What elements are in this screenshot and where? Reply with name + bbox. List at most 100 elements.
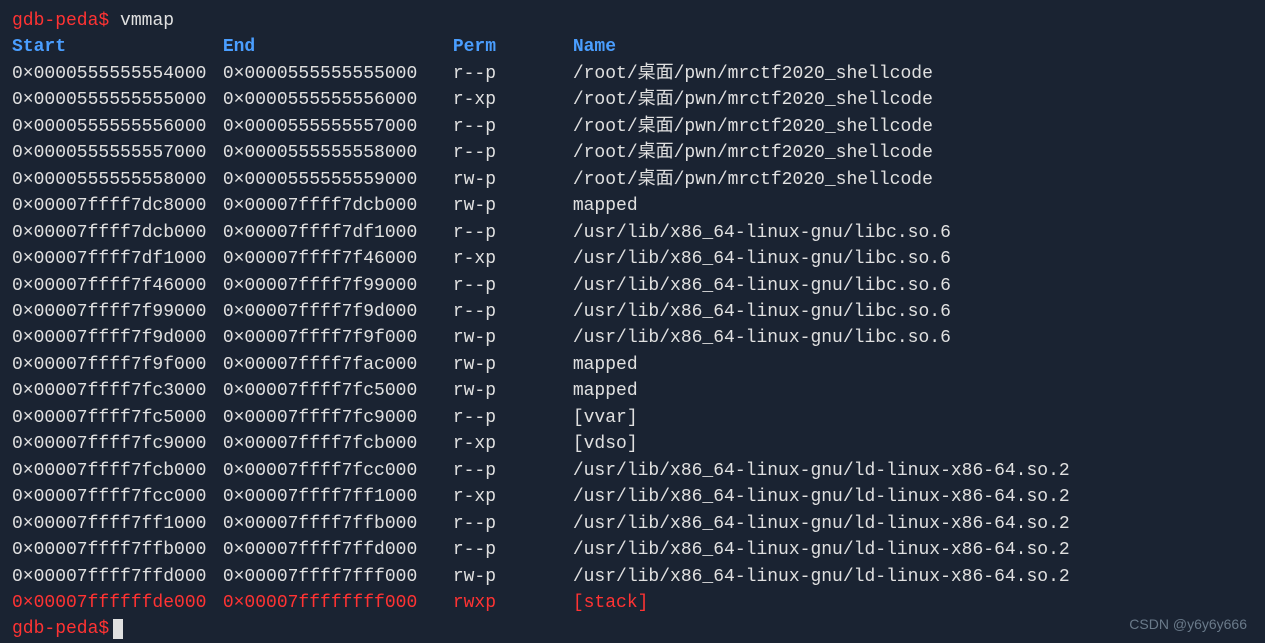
row-name: /usr/lib/x86_64-linux-gnu/libc.so.6 (573, 273, 951, 299)
row-end: 0×00007ffff7ffd000 (223, 537, 453, 563)
row-end: 0×00007ffff7fff000 (223, 564, 453, 590)
vmmap-row: 0×00007ffff7df1000 0×00007ffff7f46000r-x… (12, 246, 1253, 272)
row-perm: rw-p (453, 167, 573, 193)
row-start: 0×00007ffffffde000 (12, 590, 212, 616)
row-name: /usr/lib/x86_64-linux-gnu/ld-linux-x86-6… (573, 564, 1070, 590)
vmmap-row: 0×00007ffff7fcb000 0×00007ffff7fcc000r--… (12, 458, 1253, 484)
row-start: 0×00007ffff7ff1000 (12, 511, 212, 537)
row-start: 0×00007ffff7fc5000 (12, 405, 212, 431)
vmmap-row: 0×00007ffff7fc3000 0×00007ffff7fc5000rw-… (12, 378, 1253, 404)
row-end: 0×00007ffff7fc5000 (223, 378, 453, 404)
row-end: 0×00007ffff7f9f000 (223, 325, 453, 351)
row-name: /usr/lib/x86_64-linux-gnu/libc.so.6 (573, 299, 951, 325)
row-perm: r-xp (453, 484, 573, 510)
row-end: 0×0000555555557000 (223, 114, 453, 140)
command-text[interactable]: vmmap (120, 11, 174, 31)
vmmap-row: 0×00007ffff7f9f000 0×00007ffff7fac000rw-… (12, 352, 1253, 378)
row-perm: rw-p (453, 352, 573, 378)
row-perm: r-xp (453, 246, 573, 272)
prompt-line-1: gdb-peda$ vmmap (12, 8, 1253, 34)
row-name: /root/桌面/pwn/mrctf2020_shellcode (573, 167, 933, 193)
row-start: 0×0000555555555000 (12, 87, 212, 113)
row-name: [vvar] (573, 405, 638, 431)
row-end: 0×0000555555556000 (223, 87, 453, 113)
row-perm: r--p (453, 405, 573, 431)
row-name: /usr/lib/x86_64-linux-gnu/ld-linux-x86-6… (573, 484, 1070, 510)
row-end: 0×00007ffff7dcb000 (223, 193, 453, 219)
row-perm: r--p (453, 511, 573, 537)
row-name: /usr/lib/x86_64-linux-gnu/libc.so.6 (573, 325, 951, 351)
row-end: 0×00007ffff7f99000 (223, 273, 453, 299)
row-name: /root/桌面/pwn/mrctf2020_shellcode (573, 114, 933, 140)
row-start: 0×0000555555554000 (12, 61, 212, 87)
row-end: 0×00007ffff7fac000 (223, 352, 453, 378)
row-start: 0×00007ffff7fc3000 (12, 378, 212, 404)
row-perm: rw-p (453, 564, 573, 590)
vmmap-row: 0×00007ffff7dcb000 0×00007ffff7df1000r--… (12, 220, 1253, 246)
row-end: 0×00007ffffffff000 (223, 590, 453, 616)
row-end: 0×00007ffff7df1000 (223, 220, 453, 246)
row-name: /usr/lib/x86_64-linux-gnu/ld-linux-x86-6… (573, 511, 1070, 537)
row-name: /root/桌面/pwn/mrctf2020_shellcode (573, 140, 933, 166)
row-end: 0×00007ffff7ff1000 (223, 484, 453, 510)
row-perm: r--p (453, 114, 573, 140)
row-start: 0×00007ffff7ffd000 (12, 564, 212, 590)
vmmap-row: 0×00007ffff7f46000 0×00007ffff7f99000r--… (12, 273, 1253, 299)
row-name: mapped (573, 378, 638, 404)
row-start: 0×00007ffff7fc9000 (12, 431, 212, 457)
row-name: [vdso] (573, 431, 638, 457)
row-name: /usr/lib/x86_64-linux-gnu/libc.so.6 (573, 246, 951, 272)
vmmap-row: 0×0000555555558000 0×0000555555559000rw-… (12, 167, 1253, 193)
row-start: 0×00007ffff7fcc000 (12, 484, 212, 510)
row-start: 0×00007ffff7ffb000 (12, 537, 212, 563)
vmmap-row: 0×00007ffff7dc8000 0×00007ffff7dcb000rw-… (12, 193, 1253, 219)
vmmap-row: 0×0000555555556000 0×0000555555557000r--… (12, 114, 1253, 140)
vmmap-row: 0×00007ffff7fc9000 0×00007ffff7fcb000r-x… (12, 431, 1253, 457)
vmmap-row: 0×00007ffff7f9d000 0×00007ffff7f9f000rw-… (12, 325, 1253, 351)
row-end: 0×00007ffff7fcc000 (223, 458, 453, 484)
vmmap-row: 0×00007ffff7ffb000 0×00007ffff7ffd000r--… (12, 537, 1253, 563)
row-perm: r--p (453, 458, 573, 484)
row-end: 0×00007ffff7fc9000 (223, 405, 453, 431)
header-name: Name (573, 34, 616, 60)
vmmap-row: 0×00007ffffffde000 0×00007ffffffff000rwx… (12, 590, 1253, 616)
row-end: 0×00007ffff7f46000 (223, 246, 453, 272)
row-start: 0×00007ffff7df1000 (12, 246, 212, 272)
row-start: 0×00007ffff7dcb000 (12, 220, 212, 246)
vmmap-row: 0×00007ffff7f99000 0×00007ffff7f9d000r--… (12, 299, 1253, 325)
row-perm: rw-p (453, 378, 573, 404)
header-perm: Perm (453, 34, 573, 60)
row-start: 0×0000555555558000 (12, 167, 212, 193)
prompt-line-2: gdb-peda$ (12, 616, 1253, 642)
vmmap-rows: 0×0000555555554000 0×0000555555555000 r--… (12, 61, 1253, 617)
prompt-prefix-2: gdb-peda (12, 619, 98, 639)
row-start: 0×00007ffff7f99000 (12, 299, 212, 325)
row-perm: r--p (453, 220, 573, 246)
row-name: /root/桌面/pwn/mrctf2020_shellcode (573, 61, 933, 87)
cursor[interactable] (113, 619, 123, 639)
row-name: /usr/lib/x86_64-linux-gnu/ld-linux-x86-6… (573, 537, 1070, 563)
row-end: 0×0000555555555000 (223, 61, 453, 87)
row-perm: r--p (453, 537, 573, 563)
vmmap-header: Start EndPermName (12, 34, 1253, 60)
row-perm: r-xp (453, 431, 573, 457)
prompt-dollar: $ (98, 11, 109, 31)
row-perm: r--p (453, 140, 573, 166)
row-start: 0×00007ffff7f9d000 (12, 325, 212, 351)
row-name: /usr/lib/x86_64-linux-gnu/libc.so.6 (573, 220, 951, 246)
row-perm: rwxp (453, 590, 573, 616)
row-start: 0×00007ffff7f46000 (12, 273, 212, 299)
vmmap-row: 0×00007ffff7fcc000 0×00007ffff7ff1000r-x… (12, 484, 1253, 510)
row-name: /usr/lib/x86_64-linux-gnu/ld-linux-x86-6… (573, 458, 1070, 484)
row-end: 0×00007ffff7fcb000 (223, 431, 453, 457)
row-name: /root/桌面/pwn/mrctf2020_shellcode (573, 87, 933, 113)
row-start: 0×0000555555557000 (12, 140, 212, 166)
row-perm: rw-p (453, 193, 573, 219)
header-end: End (223, 34, 453, 60)
row-end: 0×00007ffff7f9d000 (223, 299, 453, 325)
row-perm: r--p (453, 273, 573, 299)
vmmap-row: 0×0000555555555000 0×0000555555556000r-x… (12, 87, 1253, 113)
row-end: 0×0000555555559000 (223, 167, 453, 193)
header-start: Start (12, 34, 212, 60)
vmmap-row: 0×0000555555557000 0×0000555555558000r--… (12, 140, 1253, 166)
